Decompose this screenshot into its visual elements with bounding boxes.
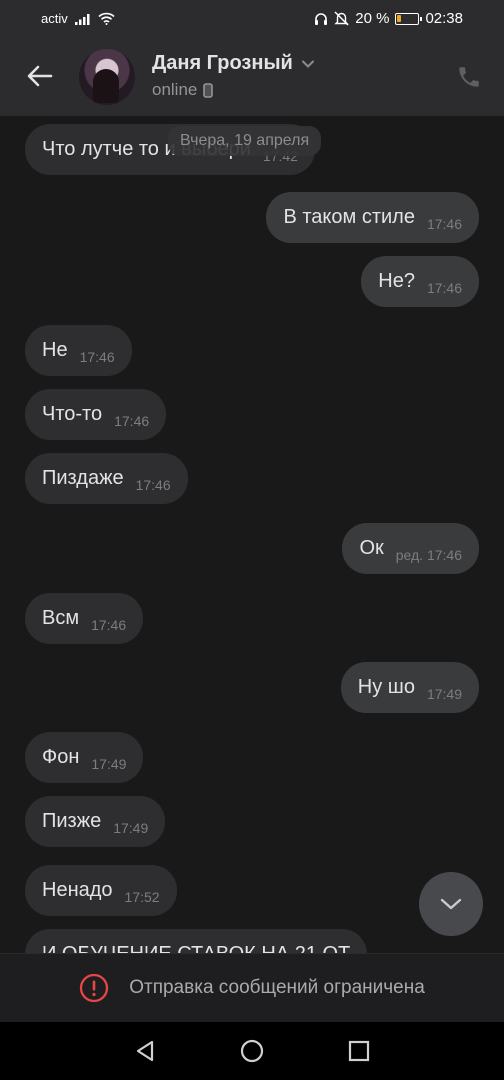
battery-icon: [395, 12, 423, 25]
message-text: Не: [42, 339, 68, 361]
message-time: 17:46: [426, 215, 462, 232]
battery-percent: 20 %: [355, 10, 390, 27]
wifi-icon: [98, 12, 115, 25]
message-bubble[interactable]: Пизже 17:49: [25, 796, 166, 847]
mute-icon: [334, 11, 349, 26]
message-time: 17:46: [91, 616, 127, 633]
message-bubble[interactable]: Ну шо 17:49: [340, 662, 479, 713]
message-text: Пиздаже: [42, 467, 124, 489]
message-text: В таком стиле: [283, 206, 415, 228]
message-bubble[interactable]: Не? 17:46: [361, 256, 479, 307]
status-bar: activ 20 % 02:38: [0, 0, 504, 38]
contact-name[interactable]: Даня Грозный: [152, 52, 315, 75]
message-text: Пизже: [42, 810, 102, 832]
message-bubble[interactable]: Фон 17:49: [25, 732, 144, 783]
message-bubble[interactable]: И ОБУЧЕНИЕ СТАВОК НА 21 ОТ: [25, 929, 368, 953]
message-time: 17:46: [114, 412, 150, 429]
message-time: 17:46: [135, 476, 171, 493]
contact-name-label: Даня Грозный: [152, 52, 293, 74]
recents-square-icon[interactable]: [346, 1038, 372, 1064]
back-triangle-icon[interactable]: [132, 1038, 158, 1064]
back-arrow-icon[interactable]: [24, 60, 56, 92]
chat-header: Даня Грозный online: [0, 38, 504, 116]
restriction-bar: Отправка сообщений ограничена: [0, 953, 504, 1022]
message-time: 17:49: [113, 819, 149, 836]
message-time: 17:46: [426, 279, 462, 296]
headphones-icon: [315, 12, 328, 25]
status-right: 20 % 02:38: [314, 10, 463, 27]
scroll-down-button[interactable]: [419, 872, 483, 936]
message-bubble[interactable]: В таком стиле 17:46: [266, 192, 479, 243]
restriction-text: Отправка сообщений ограничена: [129, 977, 425, 998]
phone-icon[interactable]: [456, 64, 482, 90]
home-circle-icon[interactable]: [239, 1038, 265, 1064]
message-time: 17:52: [124, 888, 160, 905]
message-text: И ОБУЧЕНИЕ СТАВОК НА 21 ОТ: [42, 943, 350, 953]
avatar[interactable]: [79, 49, 135, 105]
message-text: Ок: [359, 537, 384, 559]
message-time: 17:46: [79, 348, 115, 365]
message-bubble[interactable]: Всм 17:46: [25, 593, 144, 644]
message-text: Фон: [42, 746, 80, 768]
battery-level: [397, 14, 402, 22]
chevron-down-icon: [440, 898, 462, 910]
message-text: Не?: [378, 270, 415, 292]
carrier-label: activ: [41, 11, 68, 26]
message-bubble[interactable]: Пиздаже 17:46: [25, 453, 188, 504]
message-text: Что-то: [42, 403, 103, 425]
contact-status: online: [152, 80, 214, 100]
signal-icon: [74, 13, 90, 25]
date-divider: Вчера, 19 апреля: [168, 126, 322, 156]
message-list[interactable]: Что лутче то и выбери 17:42 Вчера, 19 ап…: [0, 116, 504, 953]
contact-status-label: online: [152, 80, 198, 99]
chevron-down-icon: [301, 60, 314, 68]
message-text: Всм: [42, 607, 80, 629]
message-bubble[interactable]: Ненадо 17:52: [25, 865, 177, 916]
alert-icon: [80, 973, 109, 1003]
message-text: Ну шо: [357, 676, 415, 698]
message-time: ред. 17:46: [395, 546, 462, 563]
message-bubble[interactable]: Ок ред. 17:46: [342, 523, 479, 574]
status-left: activ: [41, 11, 115, 26]
system-nav-bar: [0, 1022, 504, 1080]
mobile-icon: [203, 82, 214, 98]
message-time: 17:49: [426, 685, 462, 702]
message-bubble[interactable]: Что-то 17:46: [25, 389, 167, 440]
message-time: 17:49: [91, 755, 127, 772]
message-bubble[interactable]: Не 17:46: [25, 325, 132, 376]
message-text: Ненадо: [42, 879, 113, 901]
clock: 02:38: [425, 10, 463, 27]
